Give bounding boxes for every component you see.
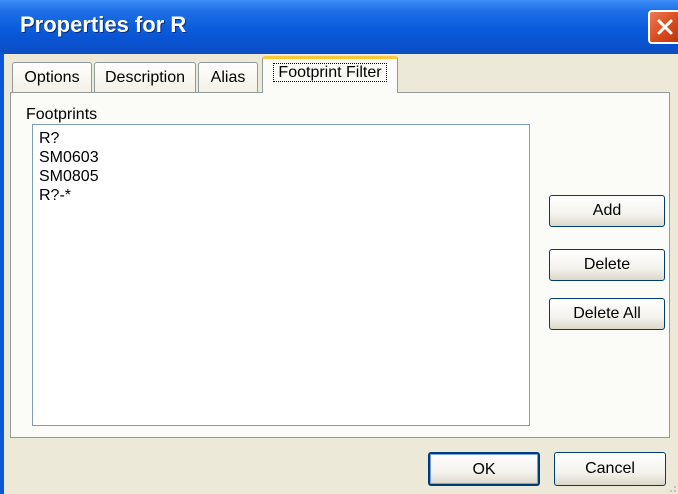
tab-footprint-filter-label: Footprint Filter (273, 63, 387, 82)
list-item[interactable]: SM0603 (39, 148, 529, 167)
properties-dialog: Properties for R Options Description Ali… (0, 0, 678, 494)
resize-grip-icon[interactable] (666, 482, 678, 494)
add-button[interactable]: Add (549, 195, 665, 227)
delete-all-button[interactable]: Delete All (549, 298, 665, 330)
tab-alias-label: Alias (210, 69, 246, 86)
list-item[interactable]: R?-* (39, 186, 529, 205)
tab-options-label: Options (24, 69, 80, 86)
tab-description[interactable]: Description (94, 62, 196, 92)
list-item[interactable]: SM0805 (39, 167, 529, 186)
list-item[interactable]: R? (39, 129, 529, 148)
window-title: Properties for R (20, 12, 187, 37)
tab-description-label: Description (104, 69, 186, 86)
title-bar[interactable]: Properties for R (0, 0, 678, 54)
tab-options[interactable]: Options (12, 62, 92, 92)
delete-button[interactable]: Delete (549, 249, 665, 281)
footprints-listbox[interactable]: R? SM0603 SM0805 R?-* (32, 124, 530, 426)
dialog-body: Options Description Alias Footprint Filt… (4, 54, 678, 494)
footprints-label: Footprints (26, 106, 98, 123)
close-icon (657, 19, 673, 35)
ok-button[interactable]: OK (428, 452, 540, 486)
close-button[interactable] (648, 10, 678, 44)
cancel-button[interactable]: Cancel (554, 452, 666, 486)
tab-alias[interactable]: Alias (198, 62, 258, 92)
tab-footprint-filter[interactable]: Footprint Filter (262, 56, 398, 93)
